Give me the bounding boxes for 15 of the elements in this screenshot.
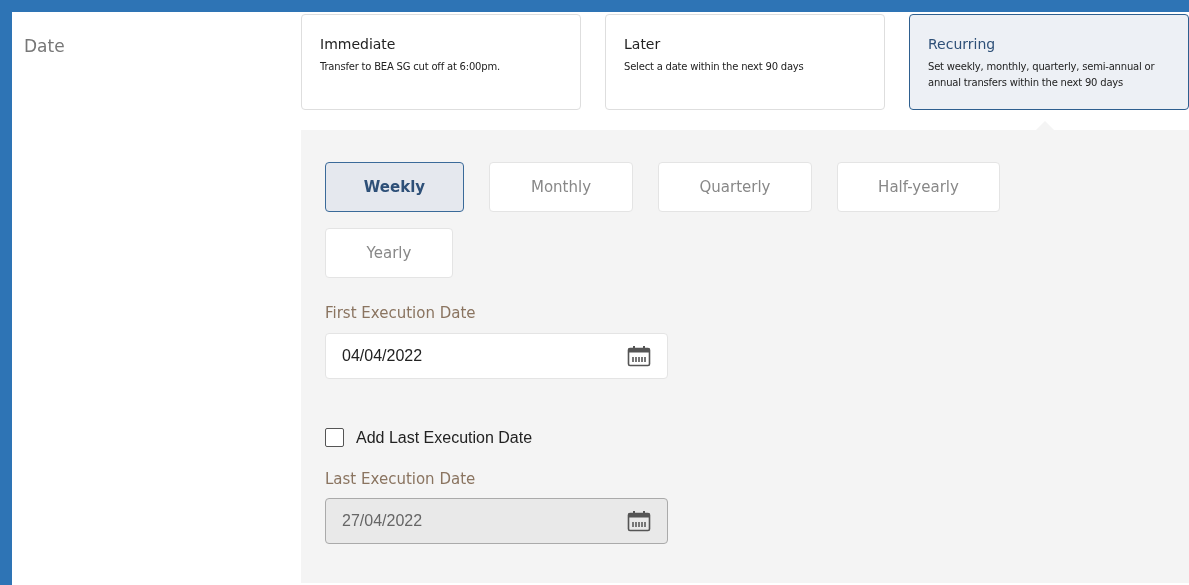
field-label: First Execution Date <box>325 303 477 324</box>
date-option-card[interactable]: Immediate Transfer to BEA SG cut off at 6:00pm. <box>301 14 581 110</box>
date-option-card[interactable]: Later Select a date within the next 90 days <box>605 14 885 110</box>
checkbox-label: Add Last Execution Date <box>356 427 533 448</box>
frequency-button[interactable]: Yearly <box>325 228 453 278</box>
frequency-button[interactable]: Quarterly <box>658 162 812 212</box>
date-input-field[interactable]: 04/04/2022 <box>325 332 668 379</box>
checkbox[interactable] <box>325 428 344 447</box>
field-label: Last Execution Date <box>325 468 477 490</box>
date-option-card[interactable]: Recurring Set weekly, monthly, quarterly, semi-annual or annual transfers within the next 90 days <box>909 14 1189 110</box>
field-label: Date <box>24 36 65 56</box>
frequency-button[interactable]: Weekly <box>325 162 464 212</box>
frequency-button[interactable]: Monthly <box>489 162 633 212</box>
calendar-icon[interactable] <box>627 344 651 367</box>
frequency-button[interactable]: Half-yearly <box>837 162 1000 212</box>
